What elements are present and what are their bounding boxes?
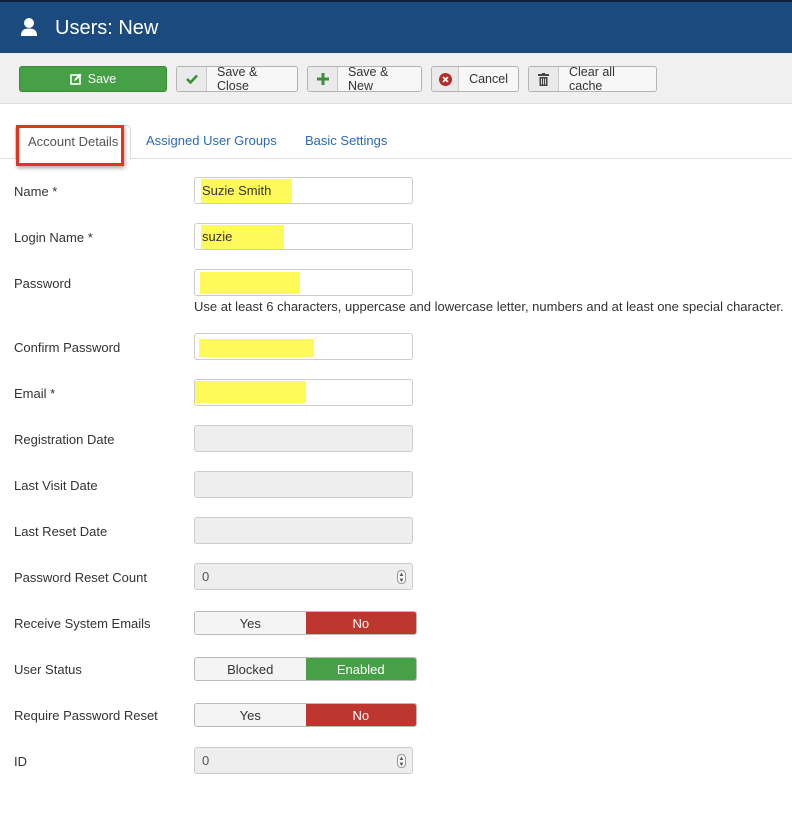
- require-password-reset-no[interactable]: No: [305, 704, 416, 726]
- save-button[interactable]: Save: [19, 66, 167, 92]
- page-title: Users: New: [55, 17, 159, 39]
- last-reset-date-field: [194, 517, 413, 544]
- name-label: Name *: [14, 184, 58, 199]
- save-close-label: Save & Close: [217, 65, 258, 93]
- receive-system-emails-label: Receive System Emails: [14, 616, 151, 631]
- cancel-button[interactable]: Cancel: [431, 66, 519, 92]
- last-visit-date-field: [194, 471, 413, 498]
- password-help-text: Use at least 6 characters, uppercase and…: [194, 299, 784, 314]
- user-icon: [21, 18, 37, 36]
- login-name-label: Login Name *: [14, 230, 93, 245]
- cancel-circle-icon: [438, 72, 452, 86]
- save-close-button[interactable]: Save & Close: [176, 65, 298, 93]
- password-reset-count-field: 0 ▲ ▼: [194, 563, 413, 590]
- password-reset-count-label: Password Reset Count: [14, 570, 147, 585]
- require-password-reset-yes[interactable]: Yes: [195, 704, 306, 726]
- receive-system-emails-toggle: Yes No: [194, 611, 417, 635]
- text-highlight: [200, 272, 300, 294]
- email-label: Email *: [14, 386, 56, 401]
- tab-basic-settings[interactable]: Basic Settings: [293, 125, 399, 159]
- require-password-reset-label: Require Password Reset: [14, 708, 158, 723]
- name-field[interactable]: Suzie Smith: [194, 177, 413, 204]
- clear-cache-label: Clear all cache: [569, 65, 615, 93]
- user-status-blocked[interactable]: Blocked: [195, 658, 306, 680]
- user-status-label: User Status: [14, 662, 82, 677]
- receive-system-emails-no[interactable]: No: [305, 612, 416, 634]
- check-icon: [185, 74, 198, 84]
- confirm-password-label: Confirm Password: [14, 340, 121, 355]
- confirm-password-field[interactable]: [194, 333, 413, 360]
- text-highlight: [199, 339, 314, 357]
- id-label: ID: [14, 754, 27, 769]
- text-highlight: [195, 381, 306, 403]
- login-name-field[interactable]: suzie: [194, 223, 413, 250]
- trash-icon: [538, 72, 549, 86]
- tab-bar: Account Details Assigned User Groups Bas…: [0, 125, 792, 160]
- password-reset-count-value: 0: [202, 569, 210, 584]
- spinner-arrows-icon: ▲ ▼: [397, 754, 406, 768]
- tab-account-details[interactable]: Account Details: [15, 125, 132, 160]
- spinner-arrows-icon: ▲ ▼: [397, 570, 406, 584]
- login-name-value: suzie: [202, 229, 233, 244]
- save-button-label: Save: [87, 72, 117, 86]
- receive-system-emails-yes[interactable]: Yes: [195, 612, 306, 634]
- cancel-label: Cancel: [469, 72, 508, 86]
- require-password-reset-toggle: Yes No: [194, 703, 417, 727]
- email-field[interactable]: [194, 379, 413, 406]
- plus-icon: [316, 73, 329, 85]
- user-status-toggle: Blocked Enabled: [194, 657, 417, 681]
- toolbar: Save Save & Close Save & New Cancel Clea…: [0, 53, 792, 104]
- save-new-button[interactable]: Save & New: [307, 65, 422, 93]
- clear-cache-button[interactable]: Clear all cache: [528, 65, 657, 93]
- edit-icon: [69, 73, 82, 85]
- password-label: Password: [14, 276, 72, 291]
- id-value: 0: [202, 753, 210, 768]
- tab-assigned-user-groups[interactable]: Assigned User Groups: [134, 125, 289, 159]
- last-visit-date-label: Last Visit Date: [14, 478, 98, 493]
- page-header: Users: New: [0, 0, 792, 53]
- save-new-label: Save & New: [348, 65, 389, 93]
- registration-date-label: Registration Date: [14, 432, 115, 447]
- id-field: 0 ▲ ▼: [194, 747, 413, 774]
- registration-date-field: [194, 425, 413, 452]
- last-reset-date-label: Last Reset Date: [14, 524, 108, 539]
- password-field[interactable]: [194, 269, 413, 296]
- name-value: Suzie Smith: [202, 183, 272, 198]
- user-status-enabled[interactable]: Enabled: [305, 658, 416, 680]
